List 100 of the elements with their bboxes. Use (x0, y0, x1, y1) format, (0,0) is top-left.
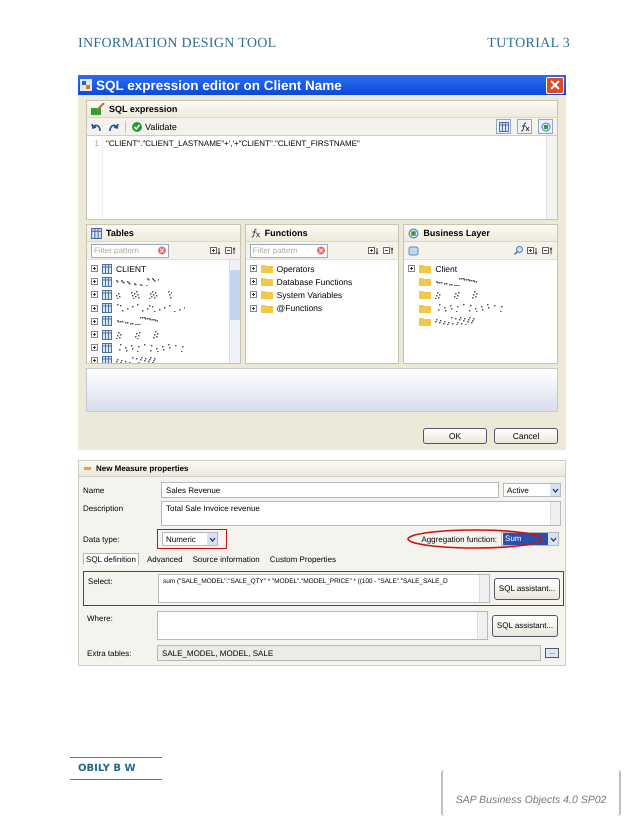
dialog-button[interactable]: Cancel (494, 428, 558, 444)
expand-icon[interactable] (91, 304, 98, 312)
tree-item[interactable]: System Variables (276, 290, 342, 300)
panel-title: SQL expression (109, 104, 178, 114)
close-button[interactable] (546, 76, 564, 94)
filter-field[interactable]: Filter pattern (91, 244, 169, 258)
table-icon (102, 290, 112, 300)
collapse-all-icon[interactable] (224, 246, 236, 254)
tree-item[interactable]: Client (435, 264, 458, 274)
dialog-button[interactable]: OK (423, 428, 487, 444)
expand-icon[interactable] (91, 318, 98, 325)
panel-title: Business Layer (423, 228, 490, 238)
close-icon (550, 80, 560, 90)
table-icon (102, 276, 112, 287)
scribble-drawing (116, 356, 157, 363)
collapse-all-icon[interactable] (383, 246, 394, 254)
expand-icon[interactable] (91, 357, 98, 363)
folder-icon (260, 264, 273, 274)
expand-all-icon[interactable] (527, 246, 538, 254)
scribble-drawing (116, 344, 184, 352)
scribble-drawing (116, 317, 158, 326)
expand-icon[interactable] (250, 278, 257, 286)
expand-icon[interactable] (91, 278, 98, 286)
tree-item[interactable]: Operators (276, 264, 314, 274)
folder-icon (260, 290, 273, 300)
scribble-drawing (116, 290, 172, 299)
table-icon (102, 356, 112, 363)
folder-icon (419, 277, 432, 286)
data-type-dropdown[interactable]: Numeric (162, 532, 218, 546)
layer-icon (408, 228, 420, 238)
function-icon (250, 228, 261, 238)
folder-icon (419, 264, 432, 274)
folder-icon (419, 290, 432, 300)
table-icon (91, 228, 102, 238)
function-icon[interactable] (517, 119, 532, 134)
name-field[interactable]: Sales Revenue (161, 482, 499, 498)
tree-item[interactable]: Database Functions (276, 276, 352, 287)
field-label: Name (83, 486, 106, 494)
check-icon (132, 122, 142, 132)
field-label: Extra tables: (86, 648, 132, 658)
filter-field[interactable]: Filter pattern (250, 244, 328, 258)
window-title: SQL expression editor on Client Name (96, 78, 343, 92)
caret-icon (552, 488, 558, 492)
field-label: Description (83, 503, 124, 513)
tab[interactable]: Advanced (144, 554, 185, 564)
search-icon[interactable] (514, 246, 524, 255)
table-icon (102, 342, 112, 353)
where-field[interactable] (157, 611, 488, 640)
author-name: OBILY B W (70, 757, 162, 780)
expand-icon[interactable] (408, 265, 416, 272)
app-icon (80, 79, 92, 91)
state-dropdown[interactable]: Active (503, 483, 561, 497)
expand-icon[interactable] (91, 265, 98, 272)
expand-icon[interactable] (250, 304, 257, 312)
expand-all-icon[interactable] (368, 246, 380, 254)
tree-item[interactable]: @Functions (276, 303, 322, 314)
field-label: Aggregation function: (421, 534, 497, 544)
extra-tables-field: SALE_MODEL, MODEL, SALE (157, 645, 541, 661)
scribble-drawing (435, 278, 478, 286)
tab[interactable]: Source information (190, 554, 262, 564)
tab[interactable]: Custom Properties (268, 554, 338, 564)
folder-icon (260, 277, 273, 286)
tree-item[interactable]: CLIENT (116, 264, 146, 274)
table-icon (102, 264, 112, 274)
collapse-all-icon[interactable] (542, 246, 554, 254)
product-label: SAP Business Objects 4.0 SP02 (441, 770, 621, 816)
sql-assistant-button[interactable]: SQL assistant... (492, 614, 558, 636)
tab[interactable]: SQL definition (83, 553, 139, 565)
clear-icon[interactable] (316, 246, 325, 255)
field-label: Select: (87, 576, 114, 586)
validate-button[interactable]: Validate (132, 122, 177, 132)
folder-icon (419, 316, 432, 326)
clear-icon[interactable] (158, 246, 166, 255)
folder-icon (260, 304, 273, 313)
expand-icon[interactable] (91, 344, 98, 352)
expand-all-icon[interactable] (210, 246, 221, 254)
description-field[interactable]: Total Sale Invoice revenue (161, 501, 561, 526)
folder-icon (419, 304, 432, 313)
scribble-drawing (435, 317, 476, 326)
code-editor[interactable]: 1 "CLIENT"."CLIENT_LASTNAME"+','+"CLIENT"."CLIENT_FIRSTNAME" (87, 135, 557, 219)
expand-icon[interactable] (91, 331, 98, 338)
layer-icon[interactable] (538, 119, 553, 134)
sql-icon (91, 103, 105, 115)
section-label: TUTORIAL 3 (487, 36, 570, 53)
redo-icon[interactable] (108, 122, 119, 132)
expand-icon[interactable] (91, 291, 98, 298)
line-number: 1 (87, 136, 103, 219)
undo-icon[interactable] (91, 122, 102, 132)
expand-icon[interactable] (250, 291, 257, 298)
panel-title: Functions (264, 228, 308, 238)
sql-code: "CLIENT"."CLIENT_LASTNAME"+','+"CLIENT"."CLIENT_FIRSTNAME" (105, 138, 361, 150)
scrollbar[interactable] (228, 260, 240, 363)
sql-assistant-button[interactable]: SQL assistant... (494, 578, 560, 600)
table-icon[interactable] (496, 119, 511, 134)
caret-icon (208, 536, 216, 542)
field-label: Data type: (83, 534, 120, 544)
scrollbar[interactable] (546, 136, 557, 219)
field-label: Where: (86, 613, 114, 623)
table-icon (102, 303, 112, 314)
expand-icon[interactable] (250, 265, 257, 272)
